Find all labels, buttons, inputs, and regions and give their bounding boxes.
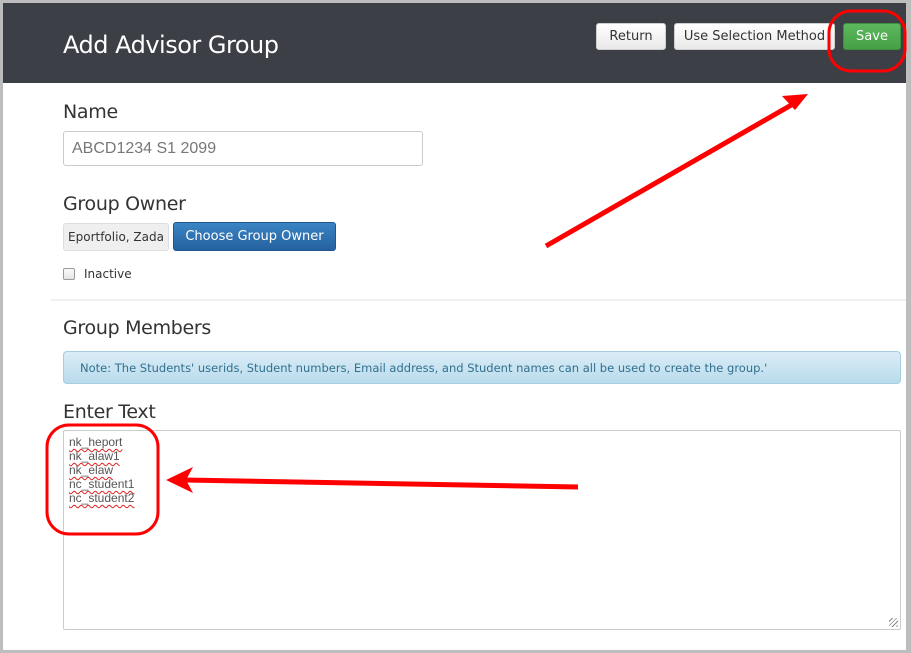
name-label: Name	[63, 101, 118, 123]
group-owner-value: Eportfolio, Zada	[63, 223, 169, 251]
textarea-line: nc_student2	[69, 491, 135, 505]
info-note: Note: The Students' userids, Student num…	[63, 351, 901, 384]
textarea-line: nk_alaw1	[69, 449, 120, 463]
name-input-value: ABCD1234 S1 2099	[72, 139, 217, 157]
save-button[interactable]: Save	[843, 23, 901, 50]
return-button[interactable]: Return	[596, 23, 666, 50]
choose-group-owner-button[interactable]: Choose Group Owner	[173, 222, 336, 251]
group-owner-label: Group Owner	[63, 193, 186, 215]
page-title: Add Advisor Group	[63, 31, 279, 59]
page-frame: Add Advisor Group Return Use Selection M…	[3, 3, 906, 650]
section-divider	[51, 299, 906, 301]
textarea-line: nk_heport	[69, 435, 123, 449]
enter-text-label: Enter Text	[63, 401, 156, 423]
name-input[interactable]: ABCD1234 S1 2099	[63, 131, 423, 166]
group-members-label: Group Members	[63, 317, 212, 339]
textarea-line: nc_student1	[69, 477, 135, 491]
info-note-text: Note: The Students' userids, Student num…	[80, 360, 768, 375]
textarea-line: nk_elaw	[69, 463, 114, 477]
members-textarea[interactable]: nk_heport nk_alaw1 nk_elaw nc_student1 n…	[63, 430, 901, 630]
resize-grip-icon[interactable]	[889, 618, 898, 627]
inactive-label[interactable]: Inactive	[84, 267, 132, 281]
page-header: Add Advisor Group Return Use Selection M…	[3, 3, 906, 83]
inactive-checkbox[interactable]	[63, 268, 75, 280]
use-selection-method-button[interactable]: Use Selection Method	[674, 23, 835, 50]
